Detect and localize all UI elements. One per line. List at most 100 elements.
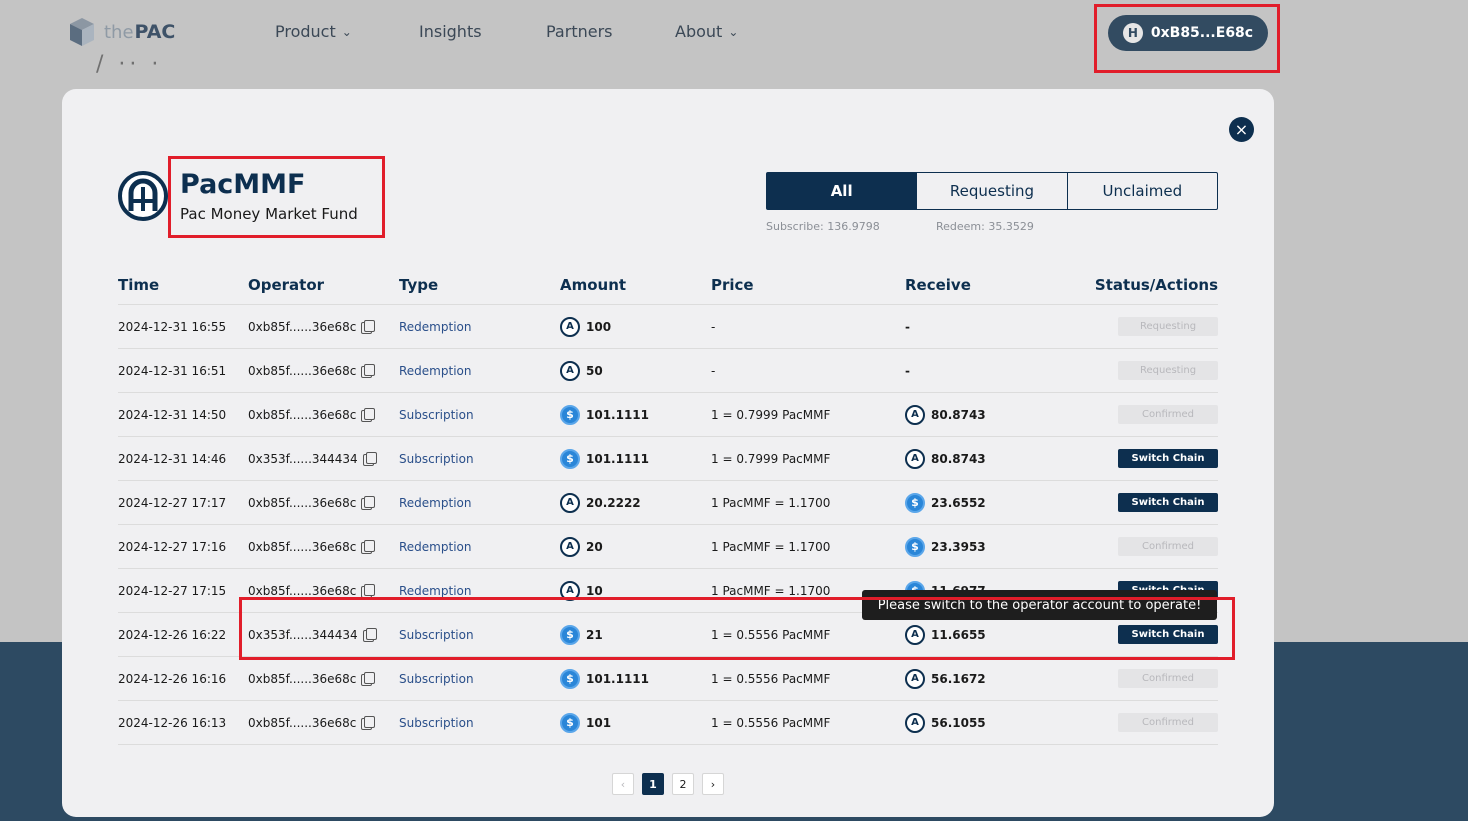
type-link[interactable]: Redemption <box>399 320 471 334</box>
page-1-button[interactable]: 1 <box>642 773 664 795</box>
cell-type: Redemption <box>399 364 560 378</box>
type-link[interactable]: Redemption <box>399 364 471 378</box>
tab-requesting[interactable]: Requesting <box>917 173 1068 209</box>
table-row: 2024-12-26 16:13 0xb85f......36e68c Subs… <box>118 701 1218 745</box>
tab-all[interactable]: All <box>767 173 918 209</box>
copy-icon[interactable] <box>361 583 376 598</box>
operator-address: 0x353f......344434 <box>248 627 358 642</box>
cell-time: 2024-12-27 17:16 <box>118 539 227 554</box>
type-link[interactable]: Redemption <box>399 540 471 554</box>
cell-type: Subscription <box>399 716 560 730</box>
type-link[interactable]: Redemption <box>399 496 471 510</box>
nav-partners-label: Partners <box>546 22 613 41</box>
type-link[interactable]: Subscription <box>399 628 474 642</box>
tab-unclaimed[interactable]: Unclaimed <box>1068 173 1217 209</box>
nav-about[interactable]: About ⌄ <box>675 22 738 41</box>
switch-chain-button[interactable]: Switch Chain <box>1118 449 1218 468</box>
operator-address: 0xb85f......36e68c <box>248 539 357 554</box>
cell-operator: 0xb85f......36e68c <box>248 495 399 510</box>
top-navbar: the PAC Product ⌄ Insights Partners Abou… <box>0 0 1468 68</box>
usd-coin-icon: $ <box>905 536 925 557</box>
status-badge: Confirmed <box>1118 405 1218 424</box>
pacmmf-coin-icon: A <box>560 316 580 337</box>
type-link[interactable]: Subscription <box>399 672 474 686</box>
next-page-button[interactable]: › <box>702 773 724 795</box>
cell-price: 1 = 0.7999 PacMMF <box>711 407 831 422</box>
usd-coin-icon: $ <box>560 624 580 645</box>
nav-product[interactable]: Product ⌄ <box>275 22 352 41</box>
table-row: 2024-12-27 17:17 0xb85f......36e68c Rede… <box>118 481 1218 525</box>
switch-chain-button[interactable]: Switch Chain <box>1118 625 1218 644</box>
usd-coin-icon: $ <box>560 712 580 733</box>
receive-value: 23.6552 <box>931 495 986 510</box>
cell-price: 1 = 0.5556 PacMMF <box>711 671 831 686</box>
type-link[interactable]: Subscription <box>399 716 474 730</box>
switch-chain-button[interactable]: Switch Chain <box>1118 493 1218 512</box>
cell-price: - <box>711 319 716 334</box>
table-row: 2024-12-31 16:51 0xb85f......36e68c Rede… <box>118 349 1218 393</box>
copy-icon[interactable] <box>362 451 377 466</box>
amount-value: 20.2222 <box>586 495 641 510</box>
copy-icon[interactable] <box>362 627 377 642</box>
operator-address: 0xb85f......36e68c <box>248 407 357 422</box>
subscribe-total: Subscribe: 136.9798 <box>766 220 880 233</box>
type-link[interactable]: Subscription <box>399 408 474 422</box>
table-row: 2024-12-31 14:50 0xb85f......36e68c Subs… <box>118 393 1218 437</box>
wallet-address-button[interactable]: H 0xB85...E68c <box>1108 15 1268 51</box>
table-row: 2024-12-27 17:16 0xb85f......36e68c Rede… <box>118 525 1218 569</box>
copy-icon[interactable] <box>361 407 376 422</box>
cell-operator: 0x353f......344434 <box>248 627 399 642</box>
usd-coin-icon: $ <box>560 668 580 689</box>
fund-name: PacMMF <box>180 169 306 200</box>
prev-page-button[interactable]: ‹ <box>612 773 634 795</box>
cell-price: 1 = 0.5556 PacMMF <box>711 715 831 730</box>
amount-value: 101.1111 <box>586 407 650 422</box>
type-link[interactable]: Redemption <box>399 584 471 598</box>
pacmmf-coin-icon: A <box>560 536 580 557</box>
pacmmf-coin-icon: A <box>905 712 925 733</box>
usd-coin-icon: $ <box>905 492 925 513</box>
col-price: Price <box>711 275 754 294</box>
copy-icon[interactable] <box>361 363 376 378</box>
fund-subtitle: Pac Money Market Fund <box>180 205 358 223</box>
operator-address: 0xb85f......36e68c <box>248 363 357 378</box>
filter-tabs: All Requesting Unclaimed <box>766 172 1218 210</box>
wallet-avatar-icon: H <box>1122 23 1143 43</box>
cell-time: 2024-12-27 17:17 <box>118 495 227 510</box>
orders-table: Time Operator Type Amount Price Receive … <box>118 265 1218 745</box>
table-row: 2024-12-31 16:55 0xb85f......36e68c Rede… <box>118 305 1218 349</box>
cell-operator: 0xb85f......36e68c <box>248 583 399 598</box>
switch-operator-tooltip: Please switch to the operator account to… <box>862 590 1217 620</box>
cell-type: Subscription <box>399 452 560 466</box>
cell-type: Redemption <box>399 540 560 554</box>
copy-icon[interactable] <box>361 495 376 510</box>
pacmmf-coin-icon: A <box>905 448 925 469</box>
cell-amount: $ 21 <box>560 624 711 645</box>
usd-coin-icon: $ <box>560 404 580 425</box>
cell-operator: 0xb85f......36e68c <box>248 671 399 686</box>
cell-type: Subscription <box>399 408 560 422</box>
cell-time: 2024-12-27 17:15 <box>118 583 227 598</box>
type-link[interactable]: Subscription <box>399 452 474 466</box>
table-body: 2024-12-31 16:55 0xb85f......36e68c Rede… <box>118 305 1218 745</box>
pacmmf-coin-icon: A <box>905 404 925 425</box>
copy-icon[interactable] <box>361 715 376 730</box>
thepac-logo-icon <box>70 18 94 46</box>
cell-status: Switch Chain <box>1055 493 1218 512</box>
cell-type: Redemption <box>399 584 560 598</box>
copy-icon[interactable] <box>361 319 376 334</box>
col-operator: Operator <box>248 275 325 294</box>
nav-partners[interactable]: Partners <box>546 22 612 41</box>
cell-type: Redemption <box>399 496 560 510</box>
cell-receive: A 11.6655 <box>905 624 1055 645</box>
thepac-logo[interactable]: the PAC <box>66 16 175 48</box>
nav-insights[interactable]: Insights <box>419 22 482 41</box>
copy-icon[interactable] <box>361 671 376 686</box>
page-2-button[interactable]: 2 <box>672 773 694 795</box>
close-icon[interactable]: × <box>1229 117 1254 142</box>
receive-value: - <box>905 319 910 334</box>
copy-icon[interactable] <box>361 539 376 554</box>
cell-amount: $ 101.1111 <box>560 448 711 469</box>
cell-operator: 0xb85f......36e68c <box>248 363 399 378</box>
chevron-down-icon: ⌄ <box>341 24 352 39</box>
